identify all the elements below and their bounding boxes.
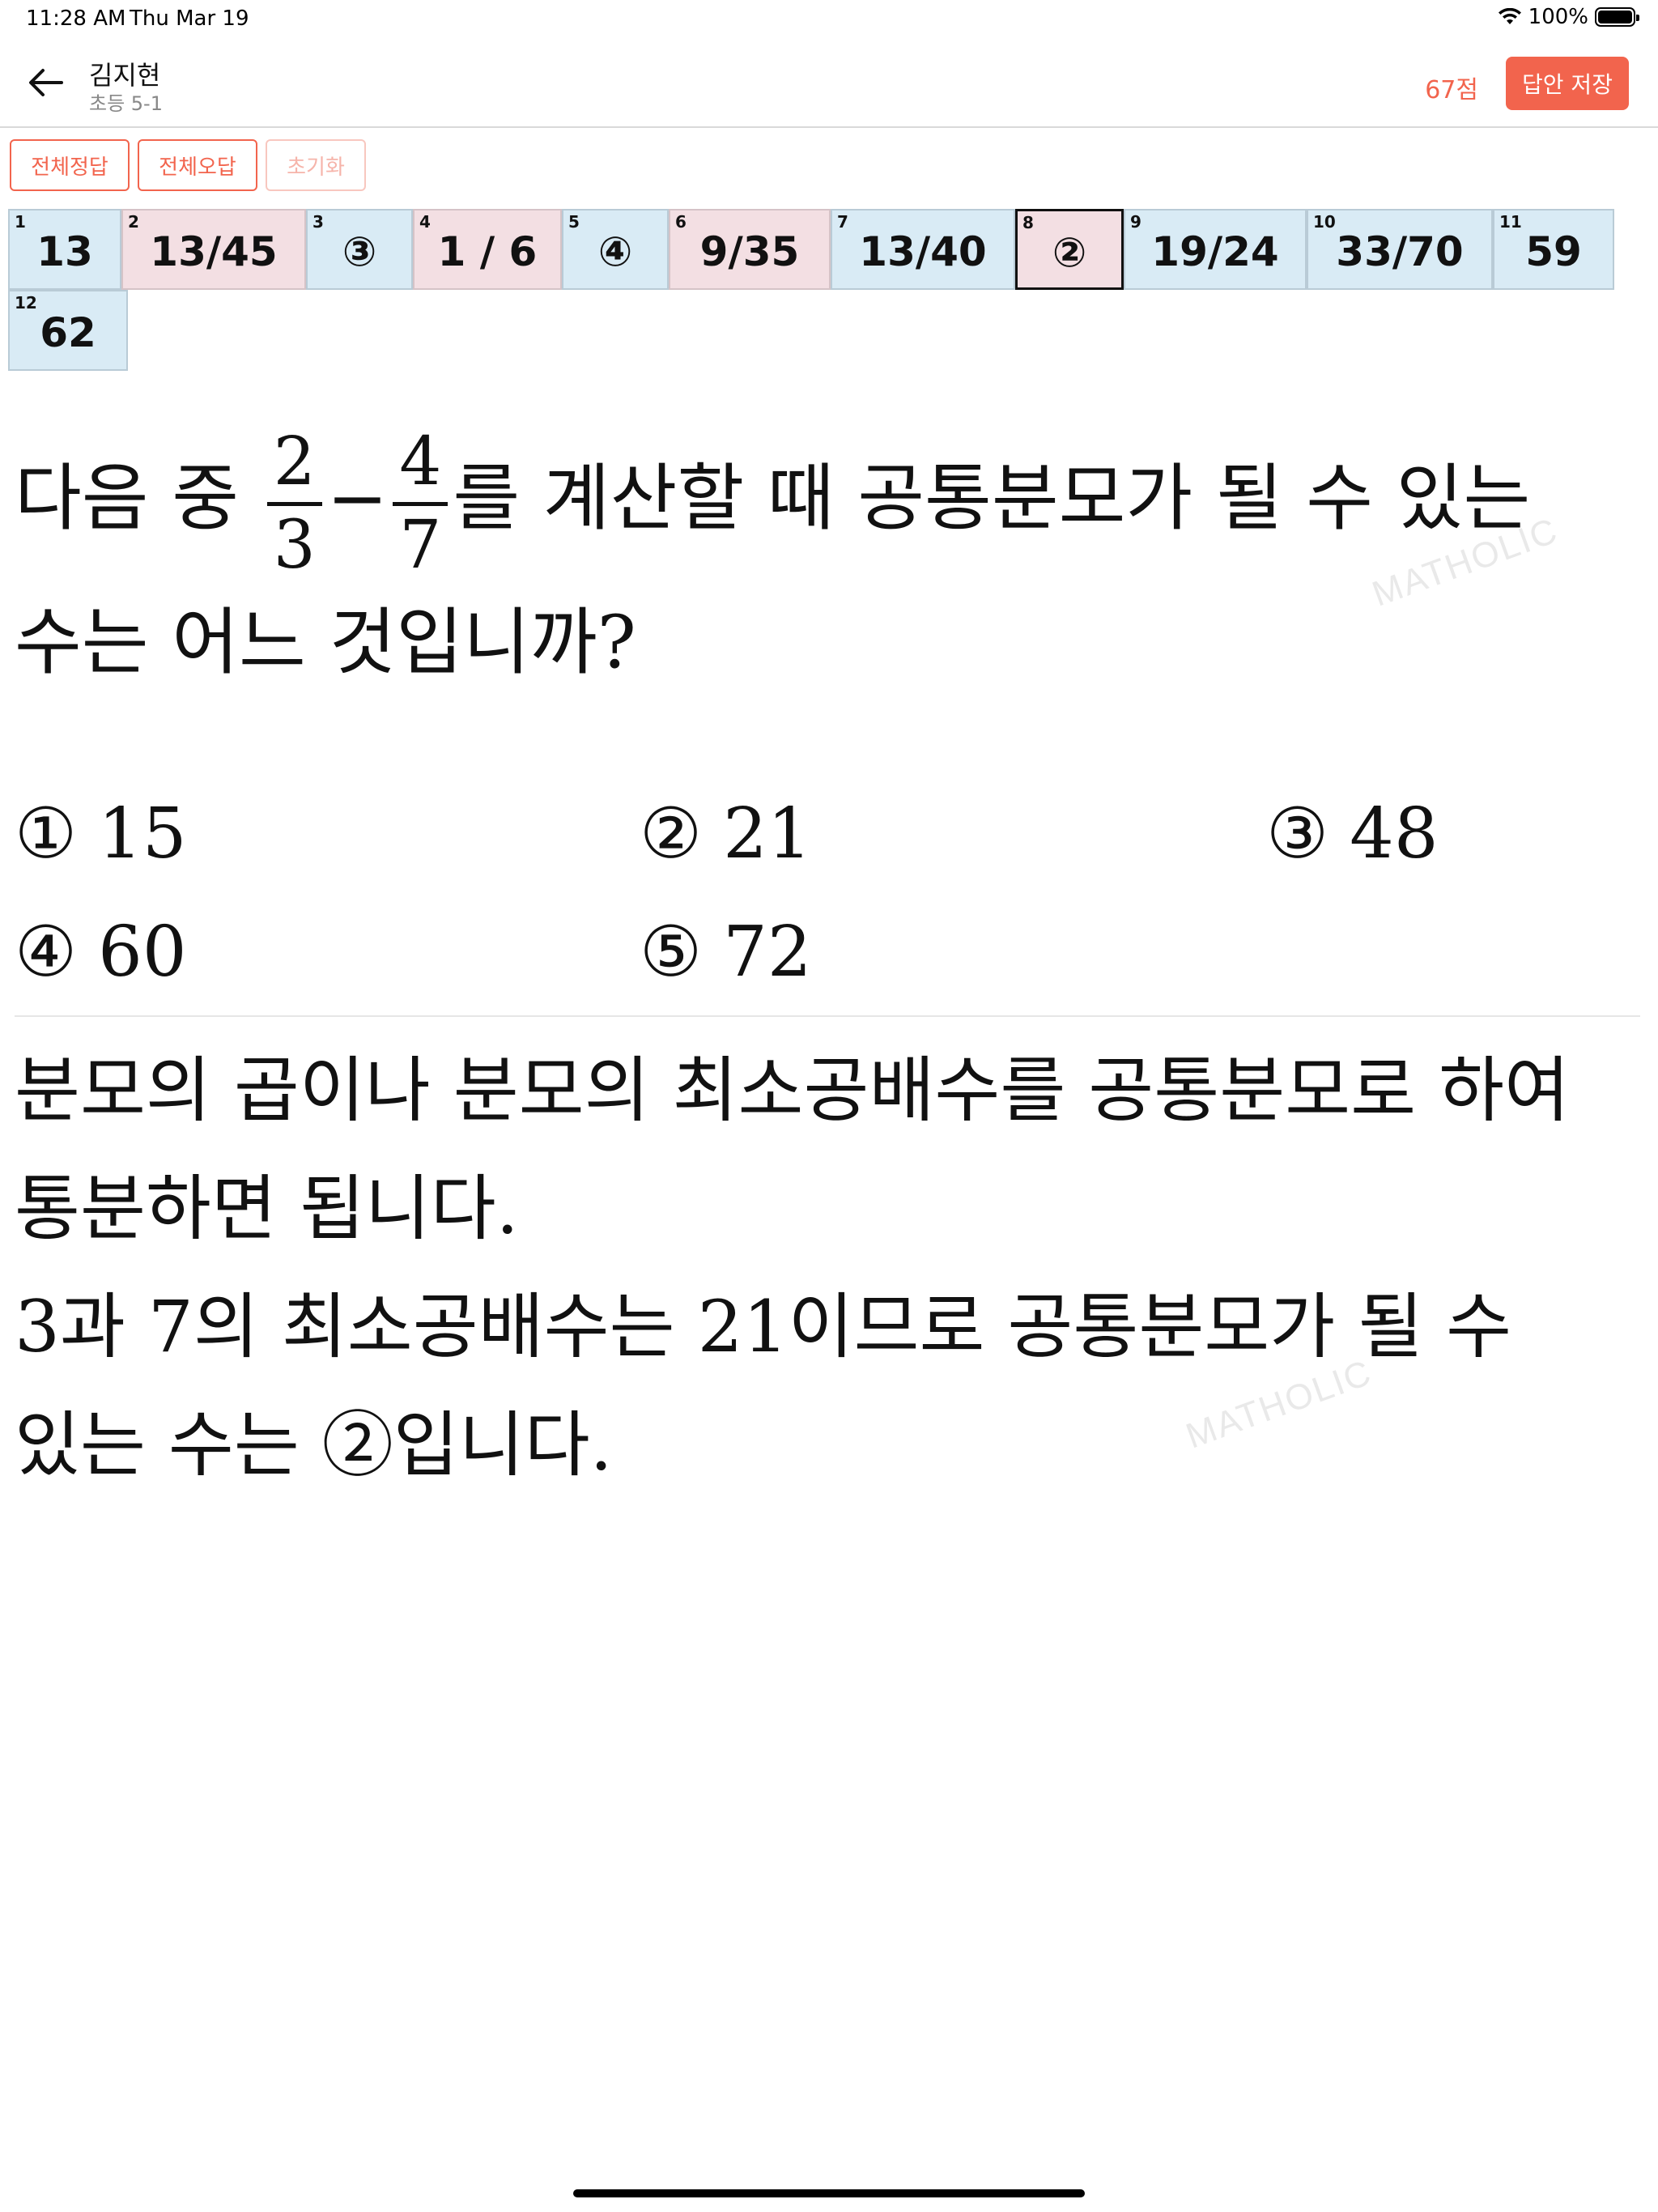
reset-button[interactable]: 초기화 xyxy=(266,139,366,191)
fraction-1-numerator: 2 xyxy=(273,423,316,500)
answer-value: 62 xyxy=(40,309,96,356)
status-time: 11:28 AM xyxy=(26,6,126,31)
answer-value: ③ xyxy=(342,228,377,275)
battery-percent: 100% xyxy=(1528,5,1588,29)
answer-cell[interactable]: 11 59 xyxy=(1493,209,1614,290)
answer-value: 19/24 xyxy=(1151,228,1279,275)
fraction-2-denominator: 7 xyxy=(399,507,442,584)
question-suffix: 를 계산할 때 공통분모가 될 수 있는 xyxy=(453,455,1531,541)
fraction-1: 2 3 xyxy=(266,423,322,584)
choice-value: 21 xyxy=(723,793,812,874)
answer-cell[interactable]: 12 62 xyxy=(8,290,128,371)
answer-cell[interactable]: 6 9/35 xyxy=(669,209,831,290)
fraction-2-numerator: 4 xyxy=(399,423,442,500)
explanation-line-4: 있는 수는 ②입니다. xyxy=(15,1403,613,1487)
choice-5: ⑤ 72 xyxy=(640,912,812,993)
answer-cell[interactable]: 3 ③ xyxy=(306,209,413,290)
answer-cell-selected[interactable]: 8 ② xyxy=(1015,209,1124,290)
answer-value: 33/70 xyxy=(1336,228,1464,275)
all-correct-button[interactable]: 전체정답 xyxy=(10,139,130,191)
choice-4: ④ 60 xyxy=(15,912,187,993)
choice-value: 60 xyxy=(98,912,187,993)
choice-3: ③ 48 xyxy=(1266,793,1439,874)
status-right: 100% xyxy=(1498,5,1639,29)
answer-value: 1 / 6 xyxy=(437,228,538,275)
grading-actions: 전체정답 전체오답 초기화 xyxy=(10,139,366,191)
choice-mark: ⑤ xyxy=(640,912,703,993)
choice-1: ① 15 xyxy=(15,793,187,874)
answer-cell[interactable]: 7 13/40 xyxy=(831,209,1015,290)
question-prefix: 다음 중 xyxy=(15,455,240,541)
divider xyxy=(15,1015,1640,1017)
answer-cell[interactable]: 1 13 xyxy=(8,209,121,290)
score-label: 67점 xyxy=(1425,76,1478,104)
choice-value: 15 xyxy=(98,793,187,874)
answer-cell[interactable]: 9 19/24 xyxy=(1124,209,1307,290)
choice-value: 72 xyxy=(723,912,812,993)
status-date: Thu Mar 19 xyxy=(130,6,249,31)
answer-cell[interactable]: 5 ④ xyxy=(562,209,669,290)
question-line-2: 수는 어느 것입니까? xyxy=(15,600,636,685)
explanation-line-1: 분모의 곱이나 분모의 최소공배수를 공통분모로 하여 xyxy=(15,1049,1570,1132)
answer-value: ④ xyxy=(597,228,633,275)
answer-cell[interactable]: 10 33/70 xyxy=(1307,209,1493,290)
explanation-line-3: 3과 7의 최소공배수는 21이므로 공통분모가 될 수 xyxy=(15,1285,1512,1368)
choice-2: ② 21 xyxy=(640,793,812,874)
minus-sign: − xyxy=(326,455,389,541)
all-wrong-button[interactable]: 전체오답 xyxy=(138,139,257,191)
choice-mark: ② xyxy=(640,793,703,874)
choice-mark: ③ xyxy=(1266,793,1329,874)
fraction-2: 4 7 xyxy=(393,423,449,584)
answer-value: 13/40 xyxy=(859,228,987,275)
save-answers-button[interactable]: 답안 저장 xyxy=(1506,57,1629,110)
home-indicator[interactable] xyxy=(573,2189,1085,2197)
fraction-1-denominator: 3 xyxy=(273,507,316,584)
answer-value: 9/35 xyxy=(699,228,800,275)
student-class: 초등 5-1 xyxy=(89,92,163,115)
arrow-left-icon[interactable] xyxy=(28,68,63,97)
explanation-line-2: 통분하면 됩니다. xyxy=(15,1167,519,1250)
answer-cell[interactable]: 4 1 / 6 xyxy=(413,209,562,290)
wifi-icon xyxy=(1498,8,1521,24)
answer-value: ② xyxy=(1052,229,1087,276)
answer-value: 13 xyxy=(36,228,93,275)
question-line-1: 다음 중 2 3 − 4 7 를 계산할 때 공통분모가 될 수 있는 xyxy=(15,429,1530,579)
answer-value: 13/45 xyxy=(150,228,278,275)
choice-value: 48 xyxy=(1350,793,1439,874)
answer-value: 59 xyxy=(1525,228,1582,275)
status-bar: 11:28 AM Thu Mar 19 100% xyxy=(0,0,1658,37)
choice-mark: ① xyxy=(15,793,78,874)
app-header: 김지현 초등 5-1 67점 답안 저장 xyxy=(0,37,1658,128)
battery-icon xyxy=(1595,7,1639,27)
answer-cell[interactable]: 2 13/45 xyxy=(121,209,306,290)
choice-mark: ④ xyxy=(15,912,78,993)
